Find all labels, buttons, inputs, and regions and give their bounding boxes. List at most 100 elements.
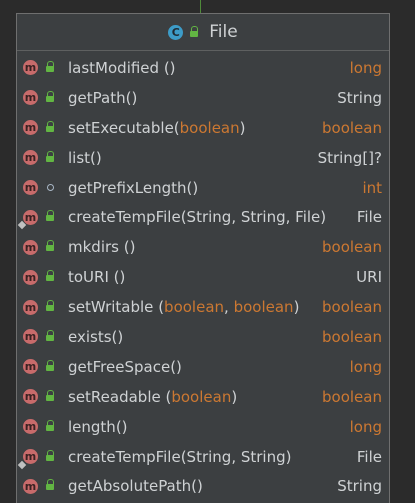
method-param-type: boolean: [179, 118, 240, 137]
method-row[interactable]: m setExecutable(boolean) boolean: [17, 113, 389, 143]
method-row[interactable]: m exists() boolean: [17, 322, 389, 352]
method-parens: (): [170, 357, 182, 376]
method-signature: toURI (): [68, 268, 125, 286]
method-close-paren: ): [231, 387, 238, 406]
return-type: boolean: [322, 238, 382, 257]
method-name: setReadable: [68, 387, 161, 406]
return-type: boolean: [322, 387, 382, 406]
public-lock-icon: [45, 389, 55, 402]
method-close-paren: ): [293, 298, 300, 317]
method-signature: getFreeSpace(): [68, 358, 182, 376]
public-lock-icon: [45, 90, 55, 103]
method-parens: (): [125, 88, 138, 107]
public-lock-icon: [45, 330, 55, 342]
method-name: setExecutable: [68, 118, 174, 137]
method-row[interactable]: m lastModified () long: [17, 53, 389, 83]
method-signature: mkdirs (): [68, 238, 135, 256]
method-parens: (): [108, 268, 126, 287]
method-row[interactable]: m list() String[]?: [17, 143, 389, 173]
method-parens: (): [90, 148, 102, 167]
method-parens: (: [153, 298, 165, 317]
method-name: toURI: [68, 268, 109, 287]
method-row[interactable]: m createTempFile(String, String) File: [17, 442, 389, 472]
method-name: getFreeSpace: [68, 357, 171, 376]
method-name: setWritable: [68, 298, 154, 317]
method-signature: length(): [68, 418, 128, 436]
method-row[interactable]: m length() long: [17, 412, 389, 442]
public-lock-icon: [45, 210, 55, 222]
method-row[interactable]: m getPrefixLength() int: [17, 173, 389, 203]
method-icon: m: [23, 120, 38, 136]
method-signature: setExecutable(boolean): [68, 119, 246, 137]
method-row[interactable]: m toURI () URI: [17, 262, 389, 292]
return-type: long: [349, 357, 382, 376]
public-lock-icon: [45, 61, 55, 73]
method-parens: (String, String): [180, 447, 292, 466]
return-type: long: [349, 417, 382, 436]
package-private-icon: [47, 184, 54, 191]
method-parens: (): [191, 477, 203, 496]
method-parens: (String, String, File): [180, 208, 327, 227]
return-type: boolean: [322, 327, 382, 346]
method-row[interactable]: m getPath() String: [17, 83, 389, 113]
method-signature: exists(): [68, 328, 123, 346]
method-close-paren: ): [239, 118, 246, 137]
method-parens: (): [111, 327, 124, 346]
class-title-group: C File: [168, 22, 238, 42]
method-name: lastModified: [68, 58, 160, 77]
method-parens: (): [186, 178, 199, 197]
method-name: getPath: [68, 88, 126, 107]
return-type: String: [337, 88, 382, 107]
diagram-canvas: C File m lastModified () long m getPath() Str…: [0, 0, 415, 503]
method-parens: (): [159, 58, 176, 77]
method-signature: setWritable (boolean, boolean): [68, 298, 299, 316]
method-name: getAbsolutePath: [68, 477, 192, 496]
method-row[interactable]: m createTempFile(String, String, File) Fil…: [17, 202, 389, 232]
method-icon: m: [23, 60, 38, 76]
param-separator: ,: [224, 298, 234, 317]
method-name: createTempFile: [68, 208, 181, 227]
method-icon: m: [23, 180, 38, 195]
method-signature: getPrefixLength(): [68, 179, 198, 197]
method-param-type: boolean: [164, 298, 225, 317]
method-row[interactable]: m setWritable (boolean, boolean) boolean: [17, 292, 389, 322]
method-list: m lastModified () long m getPath() String m set…: [17, 51, 389, 501]
method-signature: setReadable (boolean): [68, 388, 237, 406]
return-type: String[]?: [317, 148, 382, 167]
method-parens: (): [115, 417, 128, 436]
method-signature: createTempFile(String, String, File): [68, 208, 326, 226]
method-icon: m: [23, 419, 38, 435]
method-icon: m: [23, 478, 38, 494]
public-lock-icon: [45, 359, 55, 372]
public-lock-icon: [45, 449, 55, 462]
method-icon: m: [23, 90, 38, 106]
method-name: length: [68, 417, 116, 436]
class-header[interactable]: C File: [17, 14, 389, 51]
public-lock-icon: [45, 419, 55, 432]
return-type: File: [356, 447, 382, 466]
public-lock-icon: [45, 300, 55, 312]
method-row[interactable]: m mkdirs () boolean: [17, 232, 389, 262]
method-icon: m: [23, 209, 38, 225]
return-type: int: [362, 178, 382, 197]
method-row[interactable]: m setReadable (boolean) boolean: [17, 382, 389, 412]
return-type: URI: [356, 268, 382, 287]
method-icon: m: [23, 150, 38, 166]
public-lock-icon: [189, 26, 199, 38]
method-row[interactable]: m getAbsolutePath() String: [17, 471, 389, 501]
class-icon: C: [168, 24, 184, 40]
method-param-type: boolean: [171, 387, 232, 406]
method-icon: m: [23, 299, 38, 315]
public-lock-icon: [45, 240, 55, 252]
method-icon: m: [23, 329, 38, 345]
method-parens: (: [160, 387, 172, 406]
method-icon: m: [23, 359, 38, 375]
return-type: boolean: [322, 118, 382, 137]
method-name: getPrefixLength: [68, 178, 187, 197]
method-row[interactable]: m getFreeSpace() long: [17, 352, 389, 382]
method-icon: m: [23, 239, 38, 255]
public-lock-icon: [45, 479, 55, 491]
method-signature: lastModified (): [68, 59, 176, 77]
return-type: File: [356, 208, 382, 227]
method-signature: createTempFile(String, String): [68, 448, 291, 466]
